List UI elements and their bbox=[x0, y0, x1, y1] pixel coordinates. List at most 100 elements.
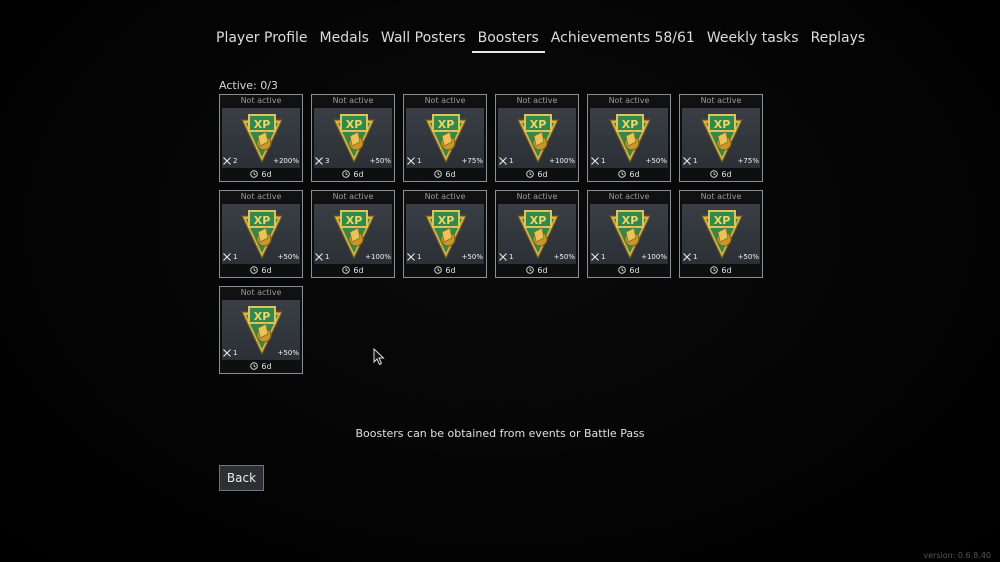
booster-time-left: 6d bbox=[629, 169, 640, 179]
booster-uses-count: 1 bbox=[601, 253, 606, 261]
booster-stats: 1 +75% bbox=[407, 155, 483, 167]
booster-stats: 1 +100% bbox=[499, 155, 575, 167]
booster-time-left: 6d bbox=[721, 169, 732, 179]
booster-uses-count: 1 bbox=[693, 157, 698, 165]
badge-xp-text: XP bbox=[714, 214, 731, 227]
booster-time-left: 6d bbox=[629, 265, 640, 275]
booster-card[interactable]: Not active XP 1 +50% 6d bbox=[587, 94, 671, 182]
booster-status: Not active bbox=[496, 95, 578, 107]
booster-card[interactable]: Not active XP 1 +50% 6d bbox=[219, 190, 303, 278]
booster-card[interactable]: Not active XP 1 +50% 6d bbox=[219, 286, 303, 374]
booster-uses: 2 bbox=[223, 157, 237, 165]
booster-card[interactable]: Not active XP 3 +50% 6d bbox=[311, 94, 395, 182]
booster-uses: 1 bbox=[591, 253, 605, 261]
booster-uses-count: 1 bbox=[509, 157, 514, 165]
booster-status: Not active bbox=[680, 191, 762, 203]
booster-card[interactable]: Not active XP 1 +50% 6d bbox=[495, 190, 579, 278]
badge-xp-text: XP bbox=[438, 118, 455, 131]
booster-duration: 6d bbox=[220, 168, 302, 180]
booster-uses: 1 bbox=[591, 157, 605, 165]
booster-bonus: +50% bbox=[737, 253, 759, 261]
booster-bonus: +50% bbox=[277, 349, 299, 357]
tab-replays[interactable]: Replays bbox=[805, 28, 872, 52]
badge-xp-text: XP bbox=[254, 310, 271, 323]
crossed-swords-icon bbox=[223, 253, 231, 261]
booster-status: Not active bbox=[680, 95, 762, 107]
booster-bonus: +50% bbox=[277, 253, 299, 261]
badge-xp-text: XP bbox=[530, 118, 547, 131]
tab-medals[interactable]: Medals bbox=[314, 28, 375, 52]
booster-status: Not active bbox=[220, 95, 302, 107]
booster-card[interactable]: Not active XP 1 +100% 6d bbox=[311, 190, 395, 278]
clock-icon bbox=[342, 266, 351, 274]
booster-duration: 6d bbox=[404, 264, 486, 276]
crossed-swords-icon bbox=[223, 157, 231, 165]
booster-bonus: +50% bbox=[645, 157, 667, 165]
booster-status: Not active bbox=[588, 191, 670, 203]
booster-card[interactable]: Not active XP 1 +50% 6d bbox=[679, 190, 763, 278]
version-label: version: 0.6.8.40 bbox=[923, 551, 991, 560]
booster-uses: 3 bbox=[315, 157, 329, 165]
tab-player-profile[interactable]: Player Profile bbox=[210, 28, 314, 52]
tab-wall-posters[interactable]: Wall Posters bbox=[375, 28, 472, 52]
tab-achievements[interactable]: Achievements 58/61 bbox=[545, 28, 701, 52]
booster-time-left: 6d bbox=[445, 265, 456, 275]
booster-stats: 1 +50% bbox=[683, 251, 759, 263]
booster-duration: 6d bbox=[312, 264, 394, 276]
booster-stats: 1 +50% bbox=[223, 347, 299, 359]
booster-status: Not active bbox=[220, 191, 302, 203]
booster-uses: 1 bbox=[315, 253, 329, 261]
clock-icon bbox=[434, 266, 443, 274]
badge-xp-text: XP bbox=[346, 118, 363, 131]
booster-status: Not active bbox=[220, 287, 302, 299]
crossed-swords-icon bbox=[499, 157, 507, 165]
booster-uses: 1 bbox=[683, 157, 697, 165]
tab-boosters[interactable]: Boosters bbox=[471, 28, 545, 53]
booster-duration: 6d bbox=[404, 168, 486, 180]
booster-stats: 1 +50% bbox=[499, 251, 575, 263]
booster-bonus: +50% bbox=[553, 253, 575, 261]
crossed-swords-icon bbox=[407, 157, 415, 165]
tab-weekly-tasks[interactable]: Weekly tasks bbox=[701, 28, 805, 52]
booster-time-left: 6d bbox=[261, 265, 272, 275]
booster-card[interactable]: Not active XP 2 +200% 6d bbox=[219, 94, 303, 182]
clock-icon bbox=[250, 170, 259, 178]
booster-uses: 1 bbox=[499, 253, 513, 261]
boosters-screen: Player Profile Medals Wall Posters Boosters… bbox=[0, 0, 1000, 562]
clock-icon bbox=[710, 170, 719, 178]
clock-icon bbox=[526, 266, 535, 274]
badge-xp-text: XP bbox=[714, 118, 731, 131]
booster-status: Not active bbox=[404, 95, 486, 107]
crossed-swords-icon bbox=[223, 349, 231, 357]
booster-uses-count: 1 bbox=[233, 349, 238, 357]
booster-time-left: 6d bbox=[537, 169, 548, 179]
crossed-swords-icon bbox=[683, 157, 691, 165]
booster-card[interactable]: Not active XP 1 +50% 6d bbox=[403, 190, 487, 278]
clock-icon bbox=[434, 170, 443, 178]
booster-uses: 1 bbox=[683, 253, 697, 261]
booster-duration: 6d bbox=[220, 360, 302, 372]
booster-card[interactable]: Not active XP 1 +75% 6d bbox=[403, 94, 487, 182]
boosters-grid: Not active XP 2 +200% 6d Not active XP 3… bbox=[219, 94, 763, 374]
booster-uses: 1 bbox=[499, 157, 513, 165]
booster-stats: 1 +50% bbox=[591, 155, 667, 167]
clock-icon bbox=[526, 170, 535, 178]
booster-status: Not active bbox=[404, 191, 486, 203]
booster-card[interactable]: Not active XP 1 +75% 6d bbox=[679, 94, 763, 182]
booster-card[interactable]: Not active XP 1 +100% 6d bbox=[495, 94, 579, 182]
booster-time-left: 6d bbox=[261, 169, 272, 179]
booster-bonus: +100% bbox=[641, 253, 667, 261]
crossed-swords-icon bbox=[591, 157, 599, 165]
crossed-swords-icon bbox=[499, 253, 507, 261]
booster-card[interactable]: Not active XP 1 +100% 6d bbox=[587, 190, 671, 278]
back-button[interactable]: Back bbox=[219, 465, 264, 491]
booster-duration: 6d bbox=[496, 168, 578, 180]
booster-stats: 1 +100% bbox=[315, 251, 391, 263]
clock-icon bbox=[710, 266, 719, 274]
badge-xp-text: XP bbox=[254, 214, 271, 227]
booster-uses-count: 2 bbox=[233, 157, 238, 165]
booster-bonus: +75% bbox=[461, 157, 483, 165]
crossed-swords-icon bbox=[315, 253, 323, 261]
booster-stats: 3 +50% bbox=[315, 155, 391, 167]
booster-time-left: 6d bbox=[261, 361, 272, 371]
